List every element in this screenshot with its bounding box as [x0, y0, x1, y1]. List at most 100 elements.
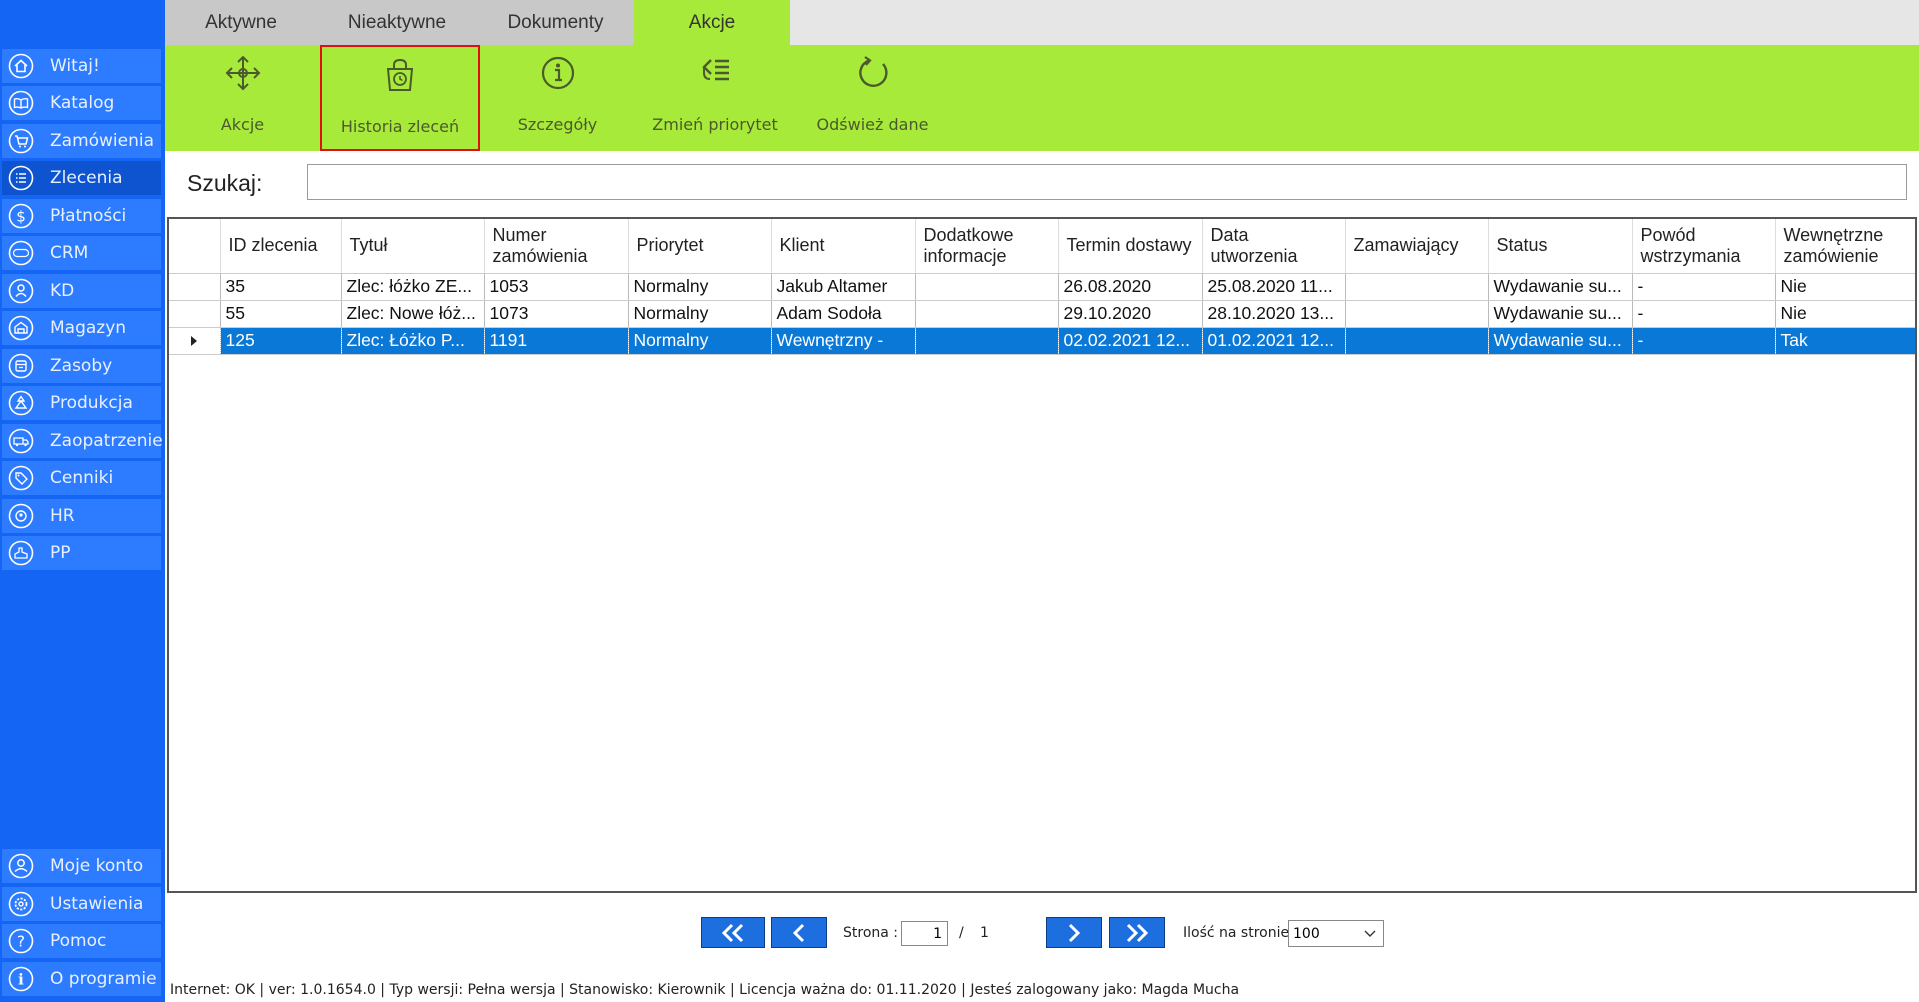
sidebar-item-zlecenia[interactable]: Zlecenia — [2, 161, 161, 195]
next-page-button[interactable] — [1046, 917, 1102, 948]
sidebar-item-zaopatrzenie[interactable]: Zaopatrzenie — [2, 424, 163, 458]
ribbon-toolbar: Akcje Historia zleceń Szczegóły Zmień pr… — [165, 45, 1919, 151]
search-label: Szukaj: — [187, 170, 263, 196]
info-icon: i — [8, 966, 34, 992]
truck-icon — [8, 428, 34, 454]
tab-akcje[interactable]: Akcje — [634, 0, 790, 45]
row-header[interactable] — [169, 300, 221, 328]
sidebar-item-magazyn[interactable]: Magazyn — [2, 311, 161, 345]
akcje-button[interactable]: Akcje — [165, 45, 320, 151]
tab-aktywne[interactable]: Aktywne — [165, 0, 317, 45]
sidebar-item-platnosci[interactable]: $ Płatności — [2, 199, 161, 233]
column-header[interactable]: ID zlecenia — [220, 219, 342, 274]
zmien-priorytet-button[interactable]: Zmień priorytet — [635, 45, 795, 151]
tab-dokumenty[interactable]: Dokumenty — [477, 0, 634, 45]
table-cell: Nie — [1775, 300, 1915, 328]
factory-icon — [8, 390, 34, 416]
per-page-select[interactable]: 100 — [1288, 920, 1384, 947]
sidebar-item-label: Ustawienia — [50, 894, 144, 914]
sidebar-item-label: Witaj! — [50, 56, 100, 76]
table-cell — [915, 273, 1059, 301]
column-header[interactable]: Numer zamówienia — [484, 219, 629, 274]
total-pages: 1 — [980, 925, 989, 941]
person-icon — [8, 278, 34, 304]
column-header[interactable]: Klient — [771, 219, 916, 274]
orders-table: ID zlecenia Tytuł Numer zamówienia Prior… — [169, 219, 1915, 355]
first-page-button[interactable] — [701, 917, 765, 948]
column-header[interactable]: Data utworzenia — [1202, 219, 1346, 274]
svg-text:$: $ — [16, 208, 26, 226]
tab-nieaktywne[interactable]: Nieaktywne — [317, 0, 477, 45]
table-cell: 29.10.2020 — [1058, 300, 1203, 328]
column-header[interactable]: Status — [1488, 219, 1633, 274]
sidebar-item-kd[interactable]: KD — [2, 274, 161, 308]
column-header[interactable]: Powód wstrzymania — [1632, 219, 1776, 274]
tab-bar: Aktywne Nieaktywne Dokumenty Akcje — [165, 0, 1919, 45]
table-cell: 1191 — [484, 327, 629, 355]
column-header[interactable]: Zamawiający — [1345, 219, 1489, 274]
table-cell: Adam Sodoła — [771, 300, 916, 328]
page-label: Strona : — [843, 925, 899, 941]
tag-icon — [8, 465, 34, 491]
sidebar-item-label: Katalog — [50, 93, 115, 113]
row-header[interactable] — [169, 327, 221, 355]
table-cell: Tak — [1775, 327, 1915, 355]
row-header[interactable] — [169, 273, 221, 301]
column-header[interactable]: Wewnętrzne zamówienie — [1775, 219, 1915, 274]
column-header[interactable]: Dodatkowe informacje — [915, 219, 1059, 274]
dollar-icon: $ — [8, 203, 34, 229]
previous-page-button[interactable] — [771, 917, 827, 948]
sidebar-item-zamowienia[interactable]: Zamówienia — [2, 124, 161, 158]
column-header[interactable]: Termin dostawy — [1058, 219, 1203, 274]
sidebar-item-crm[interactable]: CRM — [2, 236, 161, 270]
sidebar-item-pp[interactable]: PP — [2, 536, 161, 570]
table-cell: Zlec: łóżko ZE... — [341, 273, 485, 301]
table-cell — [915, 327, 1059, 355]
sidebar-item-cenniki[interactable]: Cenniki — [2, 461, 161, 495]
sidebar-item-pomoc[interactable]: ? Pomoc — [2, 924, 161, 958]
table-row[interactable]: 35 Zlec: łóżko ZE... 1053 Normalny Jakub… — [169, 273, 1915, 301]
sidebar-item-label: Płatności — [50, 206, 127, 226]
table-cell: Zlec: Nowe łóż... — [341, 300, 485, 328]
page-number-input[interactable] — [901, 921, 948, 946]
sidebar-item-ustawienia[interactable]: Ustawienia — [2, 887, 161, 921]
table-row-selected[interactable]: 125 Zlec: Łóżko P... 1191 Normalny Wewnę… — [169, 327, 1915, 355]
column-header[interactable]: Priorytet — [628, 219, 772, 274]
column-header[interactable]: Tytuł — [341, 219, 485, 274]
sidebar-item-label: O programie — [50, 969, 157, 989]
sidebar-item-katalog[interactable]: Katalog — [2, 86, 161, 120]
chevron-left-icon — [792, 923, 805, 942]
historia-zlecen-button[interactable]: Historia zleceń — [320, 45, 480, 151]
table-cell: 1073 — [484, 300, 629, 328]
sidebar-item-o-programie[interactable]: i O programie — [2, 962, 161, 996]
sidebar-item-moje-konto[interactable]: Moje konto — [2, 849, 161, 883]
table-row[interactable]: 55 Zlec: Nowe łóż... 1073 Normalny Adam … — [169, 300, 1915, 328]
sidebar-item-zasoby[interactable]: Zasoby — [2, 349, 161, 383]
svg-text:i: i — [18, 971, 24, 989]
sidebar-item-hr[interactable]: HR — [2, 499, 161, 533]
status-bar: Internet: OK | ver: 1.0.1654.0 | Typ wer… — [170, 982, 1240, 998]
search-input[interactable] — [307, 164, 1907, 200]
sidebar-item-label: Zlecenia — [50, 168, 123, 188]
table-cell: 125 — [220, 327, 342, 355]
last-page-button[interactable] — [1109, 917, 1165, 948]
sidebar: Witaj! Katalog Zamówienia Zlecenia $ Pła… — [0, 0, 165, 1002]
odswiez-dane-button[interactable]: Odśwież dane — [795, 45, 950, 151]
table-cell: Normalny — [628, 300, 772, 328]
table-cell: 55 — [220, 300, 342, 328]
table-cell — [1345, 273, 1489, 301]
sidebar-item-witaj[interactable]: Witaj! — [2, 49, 161, 83]
hr-icon — [8, 503, 34, 529]
szczegoly-button[interactable]: Szczegóły — [480, 45, 635, 151]
table-cell: Wydawanie su... — [1488, 273, 1633, 301]
sidebar-item-produkcja[interactable]: Produkcja — [2, 386, 161, 420]
sidebar-item-label: PP — [50, 543, 71, 563]
book-icon — [8, 90, 34, 116]
chevron-down-icon — [1364, 930, 1376, 937]
table-cell — [1345, 300, 1489, 328]
table-cell: Nie — [1775, 273, 1915, 301]
bag-history-icon — [386, 58, 414, 91]
sidebar-item-label: Zasoby — [50, 356, 113, 376]
per-page-value: 100 — [1293, 925, 1320, 942]
table-cell: 02.02.2021 12... — [1058, 327, 1203, 355]
